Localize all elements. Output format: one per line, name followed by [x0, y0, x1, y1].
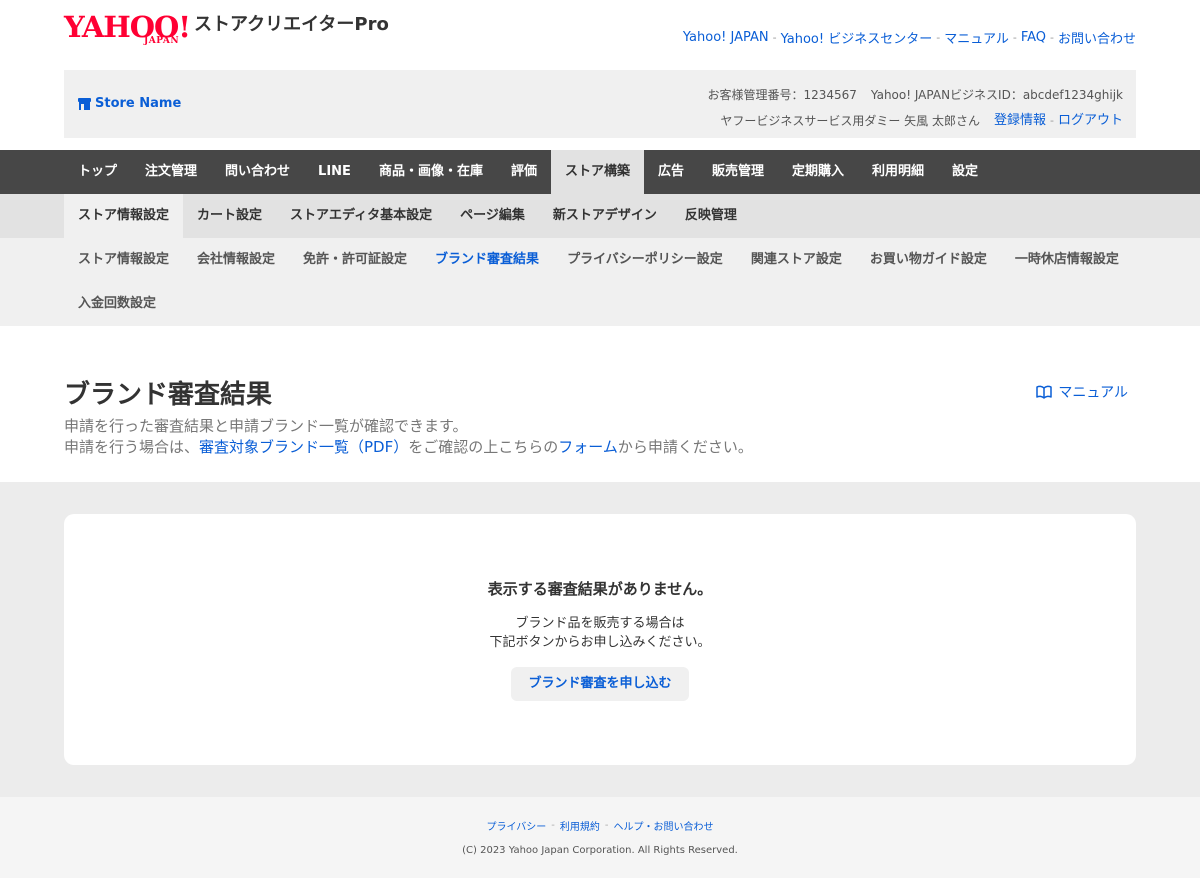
- description-text: 申請を行う場合は、: [64, 438, 200, 456]
- tab-licenses[interactable]: 免許・許可証設定: [289, 238, 421, 282]
- apply-brand-review-button[interactable]: ブランド審査を申し込む: [511, 667, 689, 701]
- separator: -: [1050, 114, 1054, 127]
- manual-label: マニュアル: [1058, 385, 1128, 401]
- empty-state-card: 表示する審査結果がありません。 ブランド品を販売する場合は 下記ボタンからお申し…: [64, 514, 1136, 765]
- footer: プライバシー - 利用規約 - ヘルプ・お問い合わせ (C) 2023 Yaho…: [0, 797, 1200, 878]
- nav-settings[interactable]: 設定: [938, 150, 992, 194]
- product-name: ストアクリエイターPro: [194, 14, 389, 35]
- description-text: をご確認の上こちらの: [408, 438, 559, 456]
- yahoo-japan-logo-sub: JAPAN: [144, 36, 180, 46]
- subnav-page-edit[interactable]: ページ編集: [446, 194, 539, 238]
- separator: -: [1050, 31, 1054, 44]
- page-description: 申請を行った審査結果と申請ブランド一覧が確認できます。 申請を行う場合は、審査対…: [64, 416, 753, 458]
- footer-link-help[interactable]: ヘルプ・お問い合わせ: [614, 818, 714, 833]
- nav-sales[interactable]: 販売管理: [698, 150, 778, 194]
- link-faq[interactable]: FAQ: [1021, 30, 1046, 45]
- book-icon: [1036, 385, 1053, 399]
- description-line-1: 申請を行った審査結果と申請ブランド一覧が確認できます。: [64, 417, 468, 435]
- nav-reviews[interactable]: 評価: [497, 150, 551, 194]
- separator: -: [604, 820, 609, 831]
- store-info-bar: Store Name お客様管理番号：1234567 Yahoo! JAPANビジ…: [64, 70, 1136, 138]
- empty-state-title: 表示する審査結果がありません。: [487, 580, 713, 598]
- store-name: Store Name: [95, 96, 182, 111]
- tab-company-info[interactable]: 会社情報設定: [183, 238, 289, 282]
- tab-brand-review[interactable]: ブランド審査結果: [421, 238, 553, 282]
- subnav-new-design[interactable]: 新ストアデザイン: [539, 194, 671, 238]
- tab-store-info[interactable]: ストア情報設定: [64, 238, 183, 282]
- footer-links: プライバシー - 利用規約 - ヘルプ・お問い合わせ: [0, 818, 1200, 833]
- account-ids: お客様管理番号：1234567 Yahoo! JAPANビジネスID：abcdef…: [707, 82, 1123, 108]
- sub-nav: ストア情報設定 カート設定 ストアエディタ基本設定 ページ編集 新ストアデザイン…: [0, 194, 1200, 238]
- page-header: ブランド審査結果 マニュアル 申請を行った審査結果と申請ブランド一覧が確認できま…: [0, 326, 1200, 482]
- footer-link-terms[interactable]: 利用規約: [560, 818, 600, 833]
- empty-text-line-2: 下記ボタンからお申し込みください。: [489, 635, 711, 650]
- brand-list-pdf-link[interactable]: 審査対象ブランド一覧（PDF）: [199, 438, 408, 456]
- link-manual[interactable]: マニュアル: [944, 28, 1009, 47]
- tab-related-stores[interactable]: 関連ストア設定: [737, 238, 856, 282]
- link-business-center[interactable]: Yahoo! ビジネスセンター: [781, 28, 933, 47]
- nav-subscription[interactable]: 定期購入: [778, 150, 858, 194]
- empty-text-line-1: ブランド品を販売する場合は: [515, 616, 685, 631]
- footer-link-privacy[interactable]: プライバシー: [486, 818, 546, 833]
- user-name: ヤフービジネスサービス用ダミー 矢風 太郎さん: [720, 114, 980, 128]
- subnav-cart[interactable]: カート設定: [183, 194, 276, 238]
- customer-number: お客様管理番号：1234567: [707, 88, 857, 102]
- subnav-editor-basic[interactable]: ストアエディタ基本設定: [276, 194, 446, 238]
- nav-orders[interactable]: 注文管理: [131, 150, 211, 194]
- description-text: から申請ください。: [617, 438, 753, 456]
- tab-privacy-policy[interactable]: プライバシーポリシー設定: [553, 238, 737, 282]
- top-links: Yahoo! JAPAN - Yahoo! ビジネスセンター - マニュアル -…: [683, 28, 1136, 47]
- link-yahoo-japan[interactable]: Yahoo! JAPAN: [683, 30, 769, 45]
- account-info: お客様管理番号：1234567 Yahoo! JAPANビジネスID：abcdef…: [707, 82, 1123, 134]
- page-title: ブランド審査結果: [64, 380, 273, 410]
- nav-billing[interactable]: 利用明細: [858, 150, 938, 194]
- link-contact[interactable]: お問い合わせ: [1058, 28, 1136, 47]
- nav-top[interactable]: トップ: [64, 150, 131, 194]
- manual-link[interactable]: マニュアル: [1036, 382, 1128, 402]
- description-line-2: 申請を行う場合は、審査対象ブランド一覧（PDF）をご確認の上こちらのフォームから…: [64, 437, 753, 458]
- header: YAHOO! JAPAN ストアクリエイターPro Yahoo! JAPAN -…: [0, 0, 1200, 70]
- nav-line[interactable]: LINE: [304, 150, 365, 194]
- logo[interactable]: YAHOO! JAPAN ストアクリエイターPro: [64, 12, 389, 46]
- empty-state-text: ブランド品を販売する場合は 下記ボタンからお申し込みください。: [64, 614, 1136, 652]
- logout-link[interactable]: ログアウト: [1058, 108, 1123, 134]
- tab-temp-closure[interactable]: 一時休店情報設定: [1001, 238, 1133, 282]
- copyright: (C) 2023 Yahoo Japan Corporation. All Ri…: [462, 845, 738, 856]
- main-nav: トップ 注文管理 問い合わせ LINE 商品・画像・在庫 評価 ストア構築 広告…: [0, 150, 1200, 194]
- subnav-publish[interactable]: 反映管理: [671, 194, 751, 238]
- application-form-link[interactable]: フォーム: [558, 438, 618, 456]
- nav-store-build[interactable]: ストア構築: [550, 150, 644, 194]
- nav-inquiries[interactable]: 問い合わせ: [211, 150, 304, 194]
- registration-link[interactable]: 登録情報: [994, 108, 1046, 134]
- separator: -: [772, 31, 777, 44]
- subnav-store-info[interactable]: ストア情報設定: [64, 194, 184, 238]
- tab-shopping-guide[interactable]: お買い物ガイド設定: [856, 238, 1001, 282]
- separator: -: [936, 31, 941, 44]
- separator: -: [1012, 31, 1017, 44]
- store-name-link[interactable]: Store Name: [78, 96, 181, 111]
- third-nav: ストア情報設定 会社情報設定 免許・許可証設定 ブランド審査結果 プライバシーポ…: [0, 238, 1200, 326]
- nav-ads[interactable]: 広告: [644, 150, 698, 194]
- tab-payment-count[interactable]: 入金回数設定: [64, 282, 170, 326]
- store-icon: [78, 97, 91, 110]
- business-id: Yahoo! JAPANビジネスID：abcdef1234ghijk: [870, 88, 1123, 102]
- nav-products[interactable]: 商品・画像・在庫: [365, 150, 497, 194]
- separator: -: [551, 820, 555, 831]
- content-area: 表示する審査結果がありません。 ブランド品を販売する場合は 下記ボタンからお申し…: [0, 482, 1200, 797]
